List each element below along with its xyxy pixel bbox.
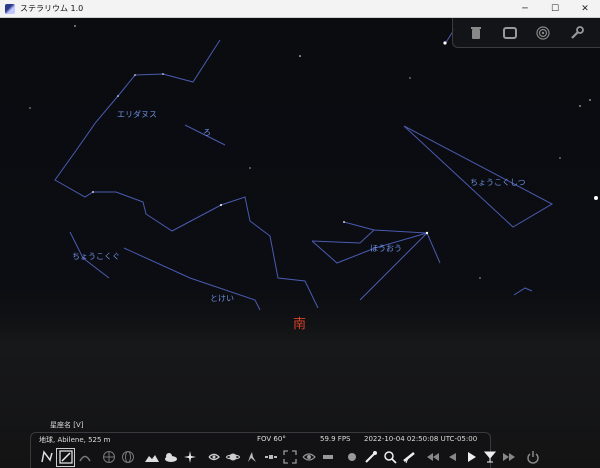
wrench-icon[interactable] <box>568 24 586 42</box>
star <box>594 196 598 200</box>
now-icon[interactable] <box>480 448 499 467</box>
close-button[interactable]: ✕ <box>570 0 600 18</box>
label-lo: ろ <box>203 128 211 137</box>
star <box>409 77 411 79</box>
label-horologium: とけい <box>210 294 234 303</box>
rewind-icon[interactable] <box>423 448 442 467</box>
datetime-text[interactable]: 2022-10-04 02:50:08 UTC-05:00 <box>364 435 477 443</box>
equatorial-grid-icon[interactable] <box>99 448 118 467</box>
fast-forward-icon[interactable] <box>499 448 518 467</box>
label-phoenix: ほうおう <box>370 244 402 253</box>
ground-icon[interactable] <box>142 448 161 467</box>
constellation-lines <box>29 25 598 311</box>
label-eridanus: エリダヌス <box>117 110 157 119</box>
phoenix-line-a <box>343 221 429 301</box>
star <box>299 55 301 57</box>
quit-icon[interactable] <box>523 448 542 467</box>
maximize-button[interactable]: ☐ <box>540 0 570 18</box>
label-sculptor: ちょうこくしつ <box>470 178 526 187</box>
ocular-icon[interactable] <box>318 448 337 467</box>
top-right-toolbar <box>452 18 600 48</box>
stellarium-app-icon <box>5 3 15 14</box>
planets-icon[interactable] <box>223 448 242 467</box>
exoplanet-icon[interactable] <box>342 448 361 467</box>
satellites-icon[interactable] <box>261 448 280 467</box>
star <box>29 107 31 109</box>
status-row: 地球, Abilene, 525 m FOV 60° 59.9 FPS 2022… <box>31 435 492 445</box>
fov-text: FOV 60° <box>257 435 286 443</box>
fps-text: 59.9 FPS <box>320 435 351 443</box>
meteor-icon[interactable] <box>242 448 261 467</box>
star <box>92 191 94 193</box>
window-titlebar[interactable]: ステラリウム 1.0 ─ ☐ ✕ <box>0 0 600 18</box>
phoenix-line-c <box>311 229 375 244</box>
fullscreen-icon[interactable] <box>280 448 299 467</box>
azimuthal-grid-icon[interactable] <box>118 448 137 467</box>
horologium-line <box>123 247 261 311</box>
toolbar-buttons <box>37 447 542 467</box>
star <box>443 41 447 45</box>
label-caelum: ちょうこくぐ <box>72 252 120 261</box>
star <box>479 277 481 279</box>
constellation-names-toggle-label: 星座名 [V] <box>50 421 84 429</box>
star <box>74 25 76 27</box>
window-icon[interactable] <box>501 24 519 42</box>
constellation-lines-icon[interactable] <box>37 448 56 467</box>
constellation-art-icon[interactable] <box>75 448 94 467</box>
target-icon[interactable] <box>534 24 552 42</box>
minimize-button[interactable]: ─ <box>510 0 540 18</box>
location-text[interactable]: 地球, Abilene, 525 m <box>39 435 110 445</box>
eridanus-line <box>54 39 319 309</box>
star <box>343 221 345 223</box>
nebulae-icon[interactable] <box>204 448 223 467</box>
search-icon[interactable] <box>380 448 399 467</box>
star <box>162 73 164 75</box>
star <box>249 167 251 169</box>
play-icon[interactable] <box>461 448 480 467</box>
star <box>117 95 119 97</box>
cardinal-points-icon[interactable] <box>180 448 199 467</box>
comet-icon[interactable] <box>361 448 380 467</box>
step-back-icon[interactable] <box>442 448 461 467</box>
tucana-line <box>513 287 533 296</box>
star <box>134 74 136 76</box>
bottom-toolbar: 地球, Abilene, 525 m FOV 60° 59.9 FPS 2022… <box>30 432 539 468</box>
trash-icon[interactable] <box>467 24 485 42</box>
atmosphere-icon[interactable] <box>161 448 180 467</box>
telescope-icon[interactable] <box>399 448 418 467</box>
cardinal-south-label: 南 <box>293 317 307 332</box>
star <box>220 204 222 206</box>
star <box>589 99 591 101</box>
star <box>425 231 429 235</box>
constellation-labels-icon[interactable] <box>56 447 75 467</box>
window-title: ステラリウム 1.0 <box>20 4 84 13</box>
eye-icon[interactable] <box>299 448 318 467</box>
star <box>579 105 581 107</box>
star <box>559 157 561 159</box>
